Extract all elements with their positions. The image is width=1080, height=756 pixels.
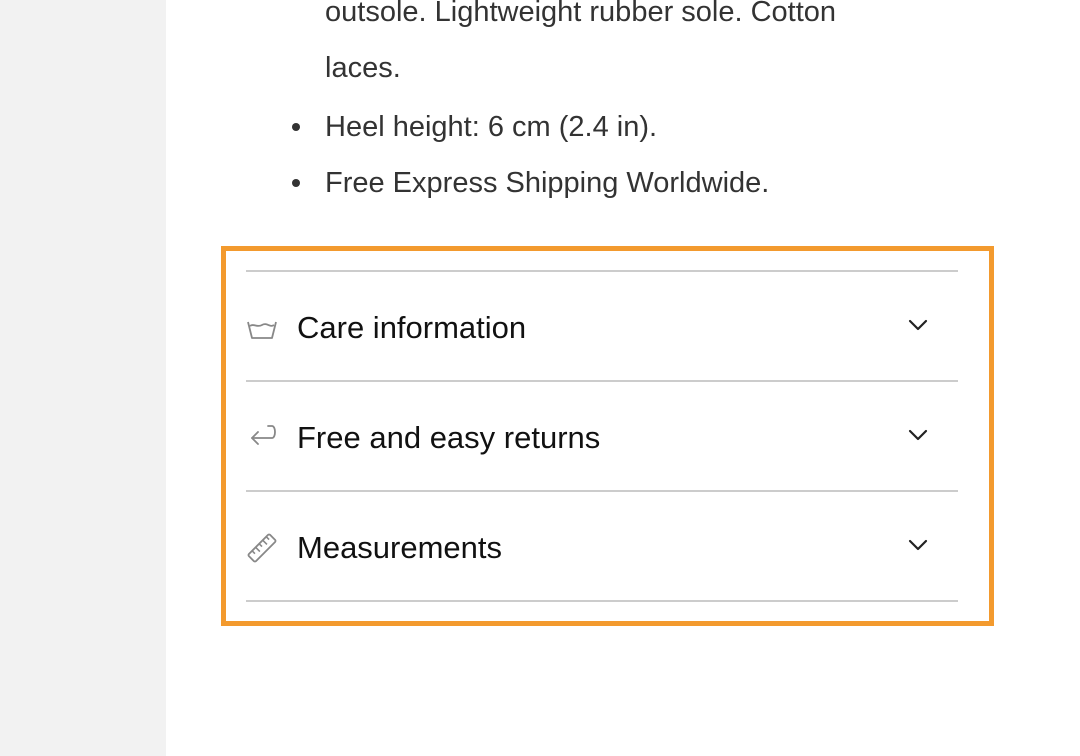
feature-item: Heel height: 6 cm (2.4 in). [289,99,769,155]
feature-text: Free Express Shipping Worldwide. [325,167,770,199]
feature-item: Free Express Shipping Worldwide. [289,155,769,211]
description-line: laces. [325,52,401,84]
accordion-label: Measurements [297,530,503,565]
wash-basin-icon [247,321,277,339]
chevron-down-icon[interactable] [908,538,928,552]
chevron-down-icon[interactable] [908,428,928,442]
accordion-label: Care information [297,310,527,345]
feature-text: Heel height: 6 cm (2.4 in). [325,111,658,143]
product-page: outsole. Lightweight rubber sole. Cotton… [0,0,1080,756]
accordion-label: Free and easy returns [297,420,601,455]
info-accordion: Care information Free and easy returns M… [246,270,958,602]
accordion-free-returns[interactable]: Free and easy returns [246,382,958,492]
return-arrow-icon [251,425,276,445]
product-description: outsole. Lightweight rubber sole. Cotton… [325,0,965,96]
description-line: outsole. Lightweight rubber sole. Cotton [325,0,837,28]
product-features-list: Heel height: 6 cm (2.4 in). Free Express… [289,99,769,211]
ruler-icon [247,533,277,563]
accordion-measurements[interactable]: Measurements [246,492,958,602]
bullet-icon [292,123,300,131]
accordion-care-information[interactable]: Care information [246,272,958,382]
left-gutter [0,0,166,756]
bullet-icon [292,179,300,187]
product-details: outsole. Lightweight rubber sole. Cotton… [166,0,1080,756]
chevron-down-icon[interactable] [908,318,928,332]
